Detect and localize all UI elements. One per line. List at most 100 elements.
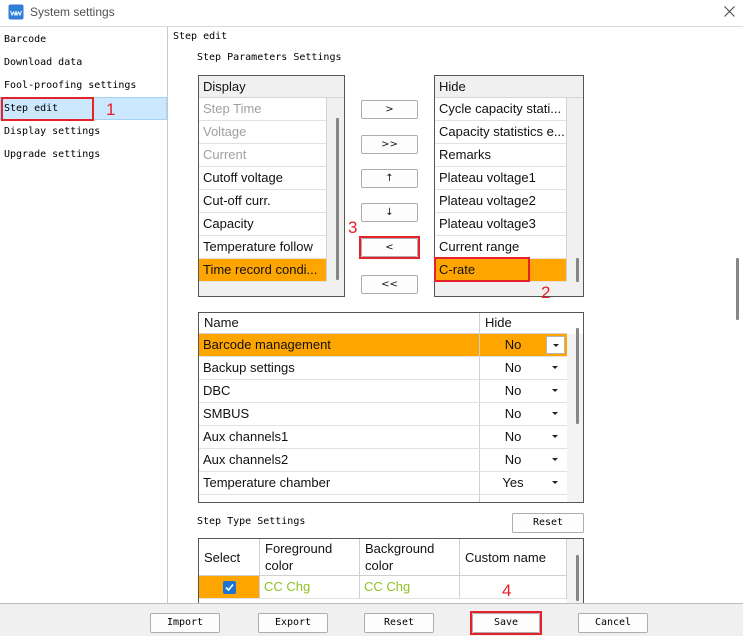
hide-dropdown[interactable]: No — [480, 380, 567, 402]
table-row[interactable]: DBC No — [199, 380, 567, 403]
move-left-button[interactable]: < — [361, 238, 418, 257]
sidebar-item-upgrade-settings[interactable]: Upgrade settings — [0, 143, 167, 166]
move-down-button[interactable]: ↓ — [361, 203, 418, 222]
table-row[interactable]: Temperature chamber Yes — [199, 472, 567, 495]
chevron-down-icon[interactable] — [546, 336, 565, 354]
sidebar-item-barcode[interactable]: Barcode — [0, 28, 167, 51]
sidebar-item-fool-proofing[interactable]: Fool-proofing settings — [0, 74, 167, 97]
hide-dropdown[interactable]: Yes — [480, 472, 567, 494]
hide-list-item[interactable]: Capacity statistics e... — [435, 121, 567, 144]
import-button[interactable]: Import — [150, 613, 220, 633]
close-icon[interactable] — [720, 0, 743, 24]
scrollbar-thumb[interactable] — [336, 118, 339, 280]
select-checkbox[interactable] — [223, 581, 236, 594]
sidebar-item-download-data[interactable]: Download data — [0, 51, 167, 74]
window-title: System settings — [30, 5, 115, 19]
hide-dropdown[interactable]: No — [480, 426, 567, 448]
column-header-hide[interactable]: Hide — [480, 313, 567, 333]
display-list-item[interactable]: Cut-off curr. — [199, 190, 327, 213]
row-name: Aux channels2 — [199, 449, 480, 471]
export-button[interactable]: Export — [258, 613, 328, 633]
hide-list-item[interactable]: Plateau voltage3 — [435, 213, 567, 236]
scrollbar-thumb[interactable] — [576, 258, 579, 282]
hide-list-item[interactable]: Remarks — [435, 144, 567, 167]
save-button[interactable]: Save — [472, 613, 540, 633]
hide-list-item[interactable]: Cycle capacity stati... — [435, 98, 567, 121]
background-color-cell[interactable]: CC Chg — [360, 576, 460, 599]
hide-dropdown[interactable]: No — [480, 403, 567, 425]
hide-value: No — [504, 383, 522, 398]
move-all-left-button[interactable]: << — [361, 275, 418, 294]
display-list-item[interactable]: Temperature follow — [199, 236, 327, 259]
title-bar: System settings — [0, 0, 743, 26]
move-up-button[interactable]: ↑ — [361, 169, 418, 188]
table-row[interactable]: Aux channels1 No — [199, 426, 567, 449]
row-name — [199, 495, 480, 502]
table-row[interactable]: Aux channels2 No — [199, 449, 567, 472]
chevron-down-icon[interactable] — [546, 451, 565, 469]
column-header-custom-name[interactable]: Custom name — [460, 539, 567, 576]
column-header-background[interactable]: Background color — [360, 539, 460, 576]
reset-button[interactable]: Reset — [364, 613, 434, 633]
column-header-foreground[interactable]: Foreground color — [260, 539, 360, 576]
hide-value: No — [504, 452, 522, 467]
display-list-item[interactable]: Cutoff voltage — [199, 167, 327, 190]
cancel-button[interactable]: Cancel — [578, 613, 648, 633]
hide-list-item[interactable]: C-rate — [435, 259, 567, 282]
field-visibility-table: Name Hide Barcode management No Backup s… — [198, 312, 584, 503]
hide-list-item[interactable]: Plateau voltage2 — [435, 190, 567, 213]
display-list-item[interactable]: Time record condi... — [199, 259, 327, 282]
table-row[interactable]: SMBUS No — [199, 403, 567, 426]
chevron-down-icon[interactable] — [546, 474, 565, 492]
display-list-item[interactable]: Voltage — [199, 121, 327, 144]
annotation-number: 1 — [106, 100, 116, 119]
table-row[interactable] — [199, 495, 567, 502]
table-row[interactable]: Barcode management No — [199, 334, 567, 357]
sidebar-item-step-edit[interactable]: Step edit — [0, 97, 167, 120]
row-name: SMBUS — [199, 403, 480, 425]
scrollbar-thumb[interactable] — [576, 328, 579, 424]
main-scrollbar-thumb[interactable] — [736, 258, 739, 320]
hide-dropdown[interactable]: No — [480, 357, 567, 379]
row-name: Barcode management — [199, 334, 480, 356]
foreground-color-cell[interactable]: CC Chg — [260, 576, 360, 599]
annotation-number: 2 — [541, 283, 551, 302]
table-row[interactable]: Backup settings No — [199, 357, 567, 380]
hide-list-item[interactable]: Plateau voltage1 — [435, 167, 567, 190]
move-right-button[interactable]: > — [361, 100, 418, 119]
hide-value: No — [504, 429, 522, 444]
hide-list-header: Hide — [435, 76, 583, 98]
group-title-step-type: Step Type Settings — [197, 516, 306, 527]
display-list: Display Step Time Voltage Current Cutoff… — [198, 75, 345, 297]
scrollbar-thumb[interactable] — [576, 555, 579, 601]
custom-name-cell[interactable] — [460, 576, 567, 599]
select-cell[interactable] — [199, 576, 260, 599]
column-header-select[interactable]: Select — [199, 539, 260, 576]
chevron-down-icon[interactable] — [546, 428, 565, 446]
hide-dropdown[interactable]: No — [480, 334, 567, 356]
display-list-item[interactable]: Capacity — [199, 213, 327, 236]
app-logo-icon — [8, 4, 24, 20]
chevron-down-icon[interactable] — [546, 359, 565, 377]
move-all-right-button[interactable]: >> — [361, 135, 418, 154]
step-type-reset-button[interactable]: Reset — [512, 513, 584, 533]
annotation-number: 4 — [502, 581, 512, 600]
chevron-down-icon[interactable] — [546, 405, 565, 423]
footer-bar: Import Export Reset Save Cancel — [0, 603, 743, 636]
hide-value: No — [504, 360, 522, 375]
column-header-name[interactable]: Name — [199, 313, 480, 333]
section-title: Step edit — [173, 31, 228, 42]
hide-list-item[interactable]: Current range — [435, 236, 567, 259]
group-title-step-parameters: Step Parameters Settings — [197, 52, 342, 63]
hide-value: Yes — [502, 475, 524, 490]
display-list-item[interactable]: Step Time — [199, 98, 327, 121]
display-list-header: Display — [199, 76, 344, 98]
hide-list: Hide Cycle capacity stati... Capacity st… — [434, 75, 584, 297]
hide-value: No — [504, 337, 522, 352]
display-list-item[interactable]: Current — [199, 144, 327, 167]
chevron-down-icon[interactable] — [546, 382, 565, 400]
row-name: Temperature chamber — [199, 472, 480, 494]
hide-dropdown[interactable]: No — [480, 449, 567, 471]
sidebar-item-display-settings[interactable]: Display settings — [0, 120, 167, 143]
row-name: Backup settings — [199, 357, 480, 379]
